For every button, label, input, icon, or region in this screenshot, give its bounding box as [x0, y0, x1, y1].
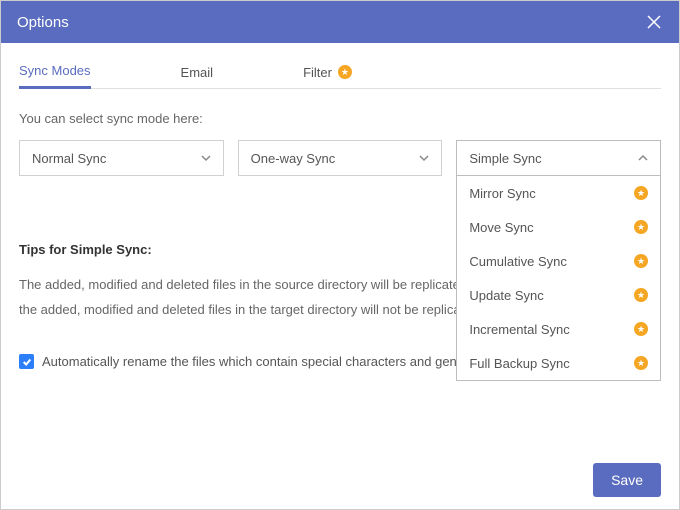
- select-value: Simple Sync: [469, 151, 541, 166]
- star-icon: ★: [634, 186, 648, 200]
- dropdown-menu: Mirror Sync ★ Move Sync ★ Cumulative Syn…: [456, 176, 661, 381]
- select-mode-2[interactable]: One-way Sync: [238, 140, 443, 176]
- star-icon: ★: [338, 65, 352, 79]
- dropdown-item-label: Incremental Sync: [469, 322, 569, 337]
- dropdown-item-mirror-sync[interactable]: Mirror Sync ★: [457, 176, 660, 210]
- dropdown-item-label: Full Backup Sync: [469, 356, 569, 371]
- titlebar: Options: [1, 1, 679, 43]
- tab-sync-modes[interactable]: Sync Modes: [19, 55, 91, 89]
- dropdown-item-update-sync[interactable]: Update Sync ★: [457, 278, 660, 312]
- star-icon: ★: [634, 220, 648, 234]
- dropdown-item-label: Mirror Sync: [469, 186, 535, 201]
- dropdown-item-move-sync[interactable]: Move Sync ★: [457, 210, 660, 244]
- dropdown-item-label: Update Sync: [469, 288, 543, 303]
- select-value: Normal Sync: [32, 151, 106, 166]
- options-dialog: Options Sync Modes Email Filter ★ You ca…: [0, 0, 680, 510]
- sync-mode-selects: Normal Sync One-way Sync Simple Sync: [19, 140, 661, 176]
- dropdown-item-cumulative-sync[interactable]: Cumulative Sync ★: [457, 244, 660, 278]
- star-icon: ★: [634, 288, 648, 302]
- save-button[interactable]: Save: [593, 463, 661, 497]
- tab-label: Filter: [303, 65, 332, 80]
- tab-label: Sync Modes: [19, 63, 91, 78]
- dropdown-item-label: Cumulative Sync: [469, 254, 567, 269]
- tab-email[interactable]: Email: [181, 55, 214, 89]
- chevron-down-icon: [419, 153, 429, 163]
- chevron-down-icon: [201, 153, 211, 163]
- dialog-title: Options: [17, 14, 69, 31]
- chevron-up-icon: [638, 153, 648, 163]
- select-value: One-way Sync: [251, 151, 336, 166]
- star-icon: ★: [634, 254, 648, 268]
- close-icon[interactable]: [645, 13, 663, 31]
- dialog-footer: Save: [1, 451, 679, 509]
- select-mode-3[interactable]: Simple Sync Mirror Sync ★ Move Sync ★ Cu…: [456, 140, 661, 176]
- star-icon: ★: [634, 322, 648, 336]
- tab-filter[interactable]: Filter ★: [303, 55, 352, 89]
- tabs: Sync Modes Email Filter ★: [19, 55, 661, 89]
- auto-rename-checkbox[interactable]: [19, 354, 34, 369]
- star-icon: ★: [634, 356, 648, 370]
- select-mode-1[interactable]: Normal Sync: [19, 140, 224, 176]
- prompt-text: You can select sync mode here:: [19, 111, 661, 126]
- dropdown-item-full-backup-sync[interactable]: Full Backup Sync ★: [457, 346, 660, 380]
- tab-label: Email: [181, 65, 214, 80]
- dropdown-item-label: Move Sync: [469, 220, 533, 235]
- dropdown-item-incremental-sync[interactable]: Incremental Sync ★: [457, 312, 660, 346]
- dialog-content: Sync Modes Email Filter ★ You can select…: [1, 43, 679, 451]
